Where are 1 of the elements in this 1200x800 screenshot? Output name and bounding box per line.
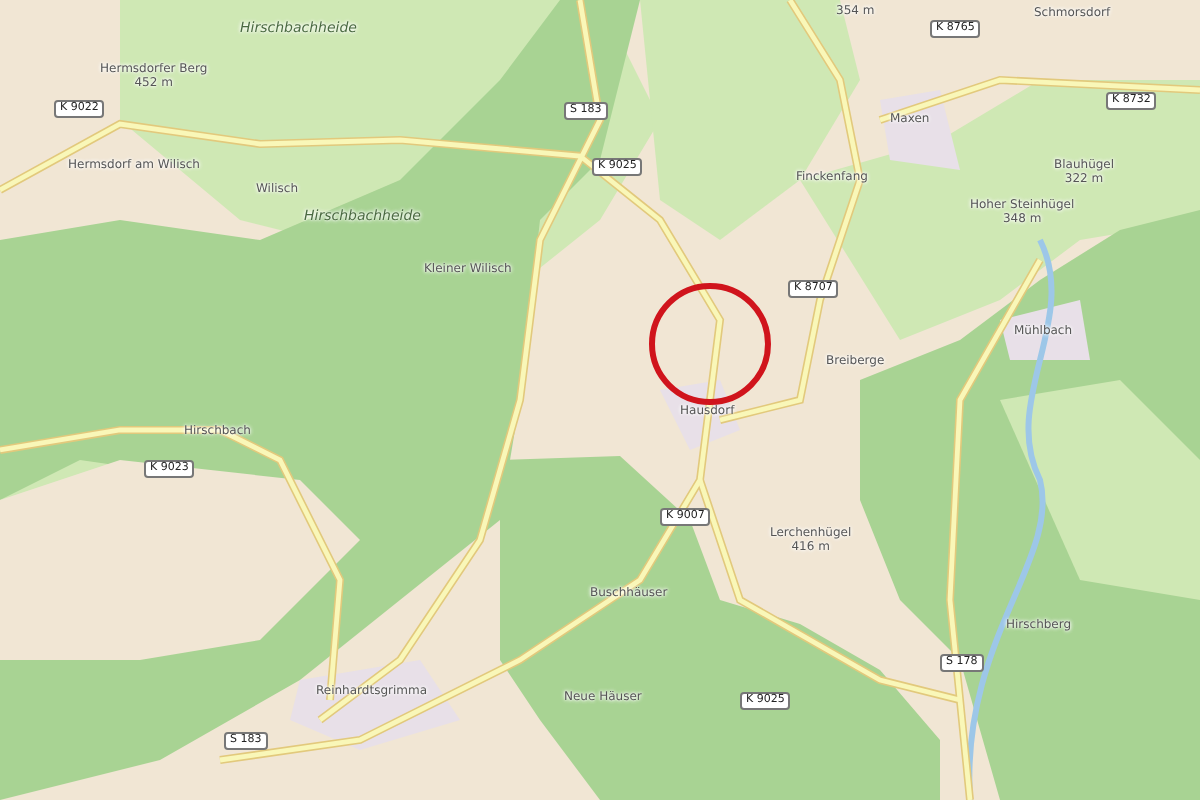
circle-marker [646,280,774,408]
